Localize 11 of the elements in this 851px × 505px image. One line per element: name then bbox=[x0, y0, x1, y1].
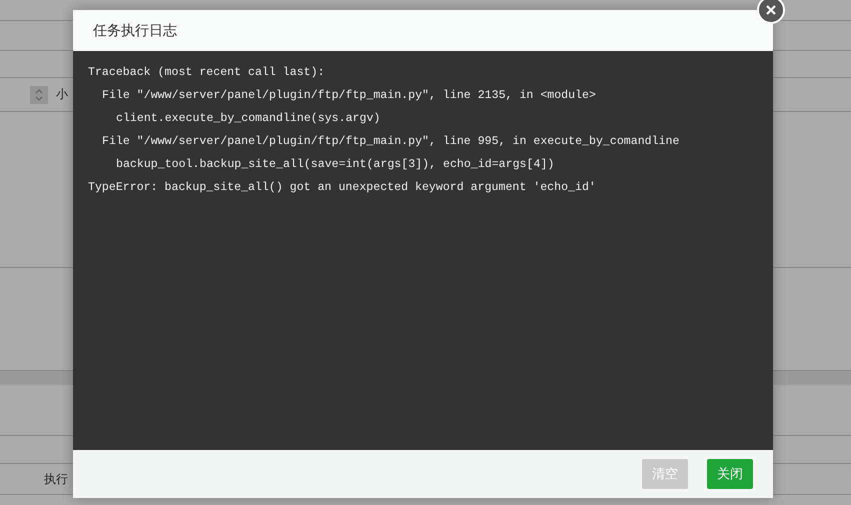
row-label: 小 bbox=[56, 86, 68, 103]
close-button[interactable]: 关闭 bbox=[707, 459, 753, 489]
log-line: backup_tool.backup_site_all(save=int(args[3]), echo_id=args[4]) bbox=[116, 158, 554, 171]
dialog-title: 任务执行日志 bbox=[93, 22, 177, 40]
spinner-icon[interactable] bbox=[30, 86, 48, 104]
log-line: client.execute_by_comandline(sys.argv) bbox=[116, 112, 380, 125]
log-line: File "/www/server/panel/plugin/ftp/ftp_main.py", line 995, in execute_by_comandline bbox=[102, 135, 680, 148]
log-line: TypeError: backup_site_all() got an unexpected keyword argument 'echo_id' bbox=[88, 181, 596, 194]
log-line: Traceback (most recent call last): bbox=[88, 66, 325, 79]
column-label: 执行 bbox=[44, 470, 68, 488]
log-line: File "/www/server/panel/plugin/ftp/ftp_main.py", line 2135, in <module> bbox=[102, 89, 596, 102]
